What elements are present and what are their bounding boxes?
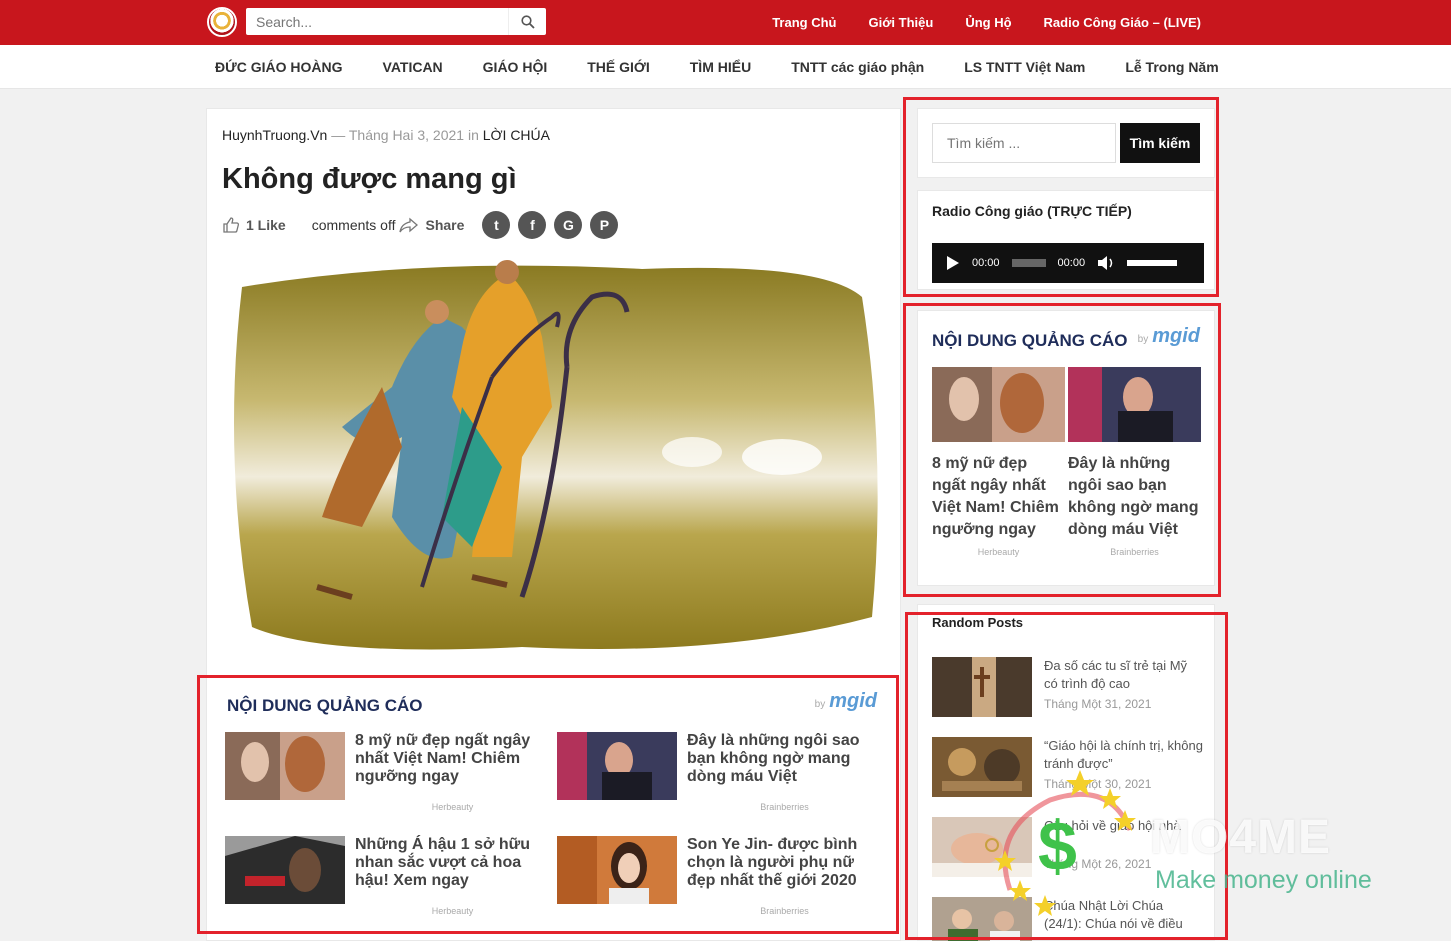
- player-duration: 00:00: [1057, 257, 1086, 269]
- menu-item-vatican[interactable]: VATICAN: [383, 59, 443, 75]
- post-thumbnail: [932, 737, 1032, 797]
- sidebar-search-button[interactable]: Tìm kiếm: [1120, 123, 1200, 163]
- volume-slider[interactable]: [1127, 260, 1178, 266]
- sidebar-ad-block: NỘI DUNG QUẢNG CÁO by mgid 8 mỹ nữ đẹp ng…: [917, 310, 1215, 586]
- header-search-input[interactable]: [246, 8, 508, 35]
- top-nav: Trang Chủ Giới Thiệu Ủng Hộ Radio Công G…: [772, 0, 1201, 45]
- radio-widget: Radio Công giáo (TRỰC TIẾP) 00:00 00:00: [917, 190, 1215, 290]
- article-category[interactable]: LỜI CHÚA: [483, 127, 550, 143]
- pinterest-icon[interactable]: P: [590, 211, 619, 239]
- volume-icon[interactable]: [1097, 255, 1115, 271]
- player-current-time: 00:00: [972, 257, 1000, 269]
- ad-heading: NỘI DUNG QUẢNG CÁO: [227, 696, 423, 715]
- player-progress-bar[interactable]: [1011, 259, 1046, 267]
- ad-thumbnail: [225, 732, 345, 800]
- article-byline: HuynhTruong.Vn — Tháng Hai 3, 2021 in LỜ…: [222, 127, 550, 143]
- article-date: Tháng Hai 3, 2021: [348, 127, 465, 143]
- sidebar-ad-card[interactable]: Đây là những ngôi sao bạn không ngờ mang…: [1068, 367, 1201, 557]
- article-actions: 1 Like comments off Share t f G P: [222, 209, 619, 241]
- menu-item-feasts[interactable]: Lễ Trong Năm: [1125, 59, 1218, 75]
- ad-thumbnail: [557, 836, 677, 904]
- random-post-item[interactable]: “Giáo hội là chính trị, không tránh được…: [932, 737, 1212, 797]
- ad-thumbnail: [225, 836, 345, 904]
- top-bar: Trang Chủ Giới Thiệu Ủng Hộ Radio Công G…: [0, 0, 1451, 45]
- menu-item-church[interactable]: GIÁO HỘI: [483, 59, 548, 75]
- post-thumbnail: [932, 897, 1032, 941]
- nav-radio-live[interactable]: Radio Công Giáo – (LIVE): [1044, 15, 1201, 30]
- ad-thumbnail: [1068, 367, 1201, 442]
- google-plus-icon[interactable]: G: [554, 211, 583, 239]
- main-ad-block: NỘI DUNG QUẢNG CÁO by mgid 8 mỹ nữ đẹp ng…: [222, 684, 887, 934]
- nav-about[interactable]: Giới Thiệu: [868, 15, 933, 30]
- share-button[interactable]: Share: [399, 217, 464, 233]
- random-post-item[interactable]: Đa số các tu sĩ trẻ tại Mỹ có trình độ c…: [932, 657, 1212, 717]
- ad-card[interactable]: Son Ye Jin- được bình chọn là người phụ …: [557, 836, 877, 926]
- play-icon[interactable]: [946, 255, 960, 271]
- nav-support[interactable]: Ủng Hộ: [965, 15, 1011, 30]
- menu-item-pope[interactable]: ĐỨC GIÁO HOÀNG: [215, 59, 343, 75]
- header-search: [246, 8, 546, 35]
- social-share-buttons: t f G P: [482, 211, 619, 239]
- like-button[interactable]: 1 Like: [222, 216, 286, 234]
- ad-thumbnail: [557, 732, 677, 800]
- like-count: 1 Like: [246, 217, 286, 233]
- random-posts-heading: Random Posts: [932, 615, 1024, 630]
- menu-item-tntt-dioceses[interactable]: TNTT các giáo phận: [791, 59, 924, 75]
- sidebar-mgid-logo[interactable]: by mgid: [1138, 325, 1200, 348]
- menu-item-tntt-history[interactable]: LS TNTT Việt Nam: [964, 59, 1085, 75]
- sidebar-search-input[interactable]: [932, 123, 1116, 163]
- share-icon: [399, 217, 419, 233]
- post-thumbnail: [932, 657, 1032, 717]
- twitter-icon[interactable]: t: [482, 211, 511, 239]
- facebook-icon[interactable]: f: [518, 211, 547, 239]
- mgid-logo[interactable]: by mgid: [815, 690, 877, 713]
- sidebar-ad-card[interactable]: 8 mỹ nữ đẹp ngất ngây nhất Việt Nam! Chi…: [932, 367, 1065, 557]
- post-thumbnail: [932, 817, 1032, 877]
- random-post-item[interactable]: Câu hỏi về giáo hội nhà Tháng Một 26, 20…: [932, 817, 1212, 877]
- random-posts-widget: Random Posts Đa số các tu sĩ trẻ tại Mỹ …: [917, 604, 1215, 941]
- menu-item-learn[interactable]: TÌM HIỂU: [690, 59, 751, 75]
- article-author[interactable]: HuynhTruong.Vn: [222, 127, 327, 143]
- thumbs-up-icon: [223, 217, 240, 233]
- article-card: HuynhTruong.Vn — Tháng Hai 3, 2021 in LỜ…: [206, 108, 901, 941]
- random-post-item[interactable]: Chúa Nhật Lời Chúa (24/1): Chúa nói về đ…: [932, 897, 1212, 941]
- sidebar-ad-heading: NỘI DUNG QUẢNG CÁO: [932, 331, 1128, 350]
- nav-home[interactable]: Trang Chủ: [772, 15, 836, 30]
- ad-card[interactable]: 8 mỹ nữ đẹp ngất ngây nhất Việt Nam! Chi…: [225, 732, 545, 822]
- radio-title: Radio Công giáo (TRỰC TIẾP): [932, 203, 1132, 219]
- site-logo[interactable]: [207, 7, 237, 37]
- sidebar-search-widget: Tìm kiếm: [917, 108, 1215, 178]
- search-icon[interactable]: [508, 8, 546, 35]
- menu-item-world[interactable]: THẾ GIỚI: [587, 59, 650, 75]
- category-menu: ĐỨC GIÁO HOÀNG VATICAN GIÁO HỘI THẾ GIỚI…: [0, 45, 1451, 89]
- ad-card[interactable]: Những Á hậu 1 sở hữu nhan sắc vượt cả ho…: [225, 836, 545, 926]
- comments-status: comments off: [311, 217, 396, 233]
- ad-card[interactable]: Đây là những ngôi sao bạn không ngờ mang…: [557, 732, 877, 822]
- ad-thumbnail: [932, 367, 1065, 442]
- article-title: Không được mang gì: [222, 163, 517, 195]
- article-hero-image: [222, 257, 887, 657]
- audio-player: 00:00 00:00: [932, 243, 1204, 283]
